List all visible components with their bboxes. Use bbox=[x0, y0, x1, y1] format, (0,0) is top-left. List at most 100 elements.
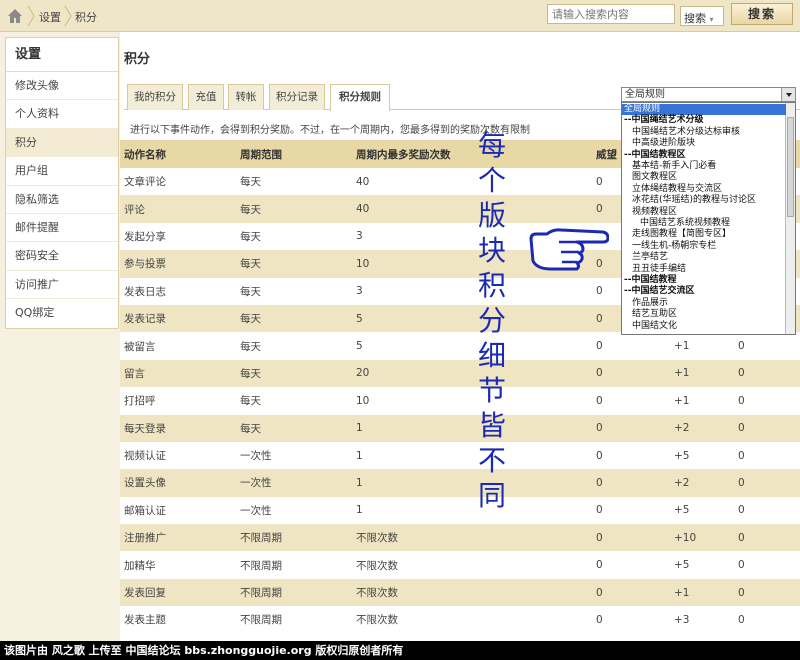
forum-rule-options: 全局规则 --中国绳结艺术分级 中国绳结艺术分级达标审核 中高级进阶版块 --中国结教程… bbox=[621, 102, 796, 335]
home-icon[interactable] bbox=[6, 7, 24, 25]
dropdown-option[interactable]: 冰花结(华瑶结)的教程与讨论区 bbox=[622, 195, 756, 206]
table-cell: +2 bbox=[670, 414, 734, 442]
search-type-select[interactable]: 搜索 ▾ bbox=[680, 6, 724, 26]
table-cell: 每天 bbox=[236, 168, 352, 196]
table-cell: 加精华 bbox=[120, 551, 236, 579]
forum-rule-select-value: 全局规则 bbox=[625, 89, 665, 100]
table-cell: 0 bbox=[734, 496, 800, 525]
table-cell: 不限周期 bbox=[236, 606, 352, 634]
table-cell: 0 bbox=[734, 606, 800, 634]
search-input[interactable] bbox=[547, 4, 675, 24]
search-type-label: 搜索 bbox=[684, 12, 706, 25]
sidebar-item-avatar[interactable]: 修改头像 bbox=[6, 72, 118, 101]
forum-rule-select[interactable]: 全局规则 bbox=[621, 87, 796, 102]
table-row: 注册推广 不限周期 不限次数 0 +10 0 bbox=[120, 524, 800, 552]
table-row: 设置头像 一次性 1 0 +2 0 bbox=[120, 469, 800, 497]
table-cell: 每天 bbox=[236, 304, 352, 333]
dropdown-option[interactable]: 作品展示 bbox=[622, 298, 668, 309]
dropdown-option[interactable]: --中国结艺交流区 bbox=[622, 286, 694, 297]
table-cell: +2 bbox=[670, 469, 734, 497]
table-cell: 每天 bbox=[236, 359, 352, 388]
breadcrumb-points[interactable]: 积分 bbox=[75, 9, 97, 25]
table-row: 视频认证 一次性 1 0 +5 0 bbox=[120, 441, 800, 470]
tab-transfer[interactable]: 转帐 bbox=[228, 84, 264, 110]
breadcrumb-separator-icon bbox=[27, 6, 35, 26]
table-row: 每天登录 每天 1 0 +2 0 bbox=[120, 414, 800, 442]
table-cell: 不限次数 bbox=[352, 551, 592, 579]
table-cell: 0 bbox=[734, 332, 800, 360]
table-cell: 一次性 bbox=[236, 441, 352, 470]
table-cell: 0 bbox=[592, 441, 670, 470]
dropdown-option[interactable]: 一线生机-杨朝宗专栏 bbox=[622, 241, 716, 252]
dropdown-option[interactable]: 中国绳结艺术分级达标审核 bbox=[622, 127, 740, 138]
table-cell: 0 bbox=[734, 359, 800, 388]
breadcrumb-settings[interactable]: 设置 bbox=[39, 9, 61, 25]
dropdown-option[interactable]: 中国结文化 bbox=[622, 321, 677, 332]
table-cell: 邮箱认证 bbox=[120, 496, 236, 525]
dropdown-option[interactable]: 中高级进阶版块 bbox=[622, 138, 695, 149]
table-cell: 0 bbox=[734, 387, 800, 415]
pointing-hand-icon bbox=[529, 228, 609, 271]
dropdown-option[interactable]: 立体绳结教程与交流区 bbox=[622, 184, 722, 195]
search-button[interactable]: 搜索 bbox=[731, 3, 793, 25]
dropdown-option[interactable]: 基本结-新手入门必看 bbox=[622, 161, 716, 172]
table-cell: 发表主题 bbox=[120, 606, 236, 634]
table-cell: 不限周期 bbox=[236, 551, 352, 579]
annotation-text-content: 每个版块积分细节皆不同 bbox=[477, 129, 506, 512]
table-cell: 发表回复 bbox=[120, 578, 236, 607]
dropdown-scrollbar[interactable] bbox=[785, 103, 795, 334]
table-cell: 0 bbox=[592, 551, 670, 579]
tab-points-rules[interactable]: 积分规则 bbox=[330, 84, 390, 111]
table-cell: 发表日志 bbox=[120, 277, 236, 305]
dropdown-option[interactable]: 兰亭结艺 bbox=[622, 252, 668, 263]
table-row: 打招呼 每天 10 0 +1 0 bbox=[120, 387, 800, 415]
chevron-down-icon[interactable] bbox=[781, 88, 795, 101]
table-cell: 0 bbox=[592, 359, 670, 388]
table-cell: 0 bbox=[592, 524, 670, 552]
table-cell: 0 bbox=[592, 387, 670, 415]
table-cell: 0 bbox=[592, 414, 670, 442]
sidebar-item-profile[interactable]: 个人资料 bbox=[6, 100, 118, 129]
table-cell: 0 bbox=[734, 469, 800, 497]
table-cell: 注册推广 bbox=[120, 524, 236, 552]
table-cell: 0 bbox=[734, 524, 800, 552]
sidebar-item-points[interactable]: 积分 bbox=[6, 128, 118, 158]
sidebar-item-promotion[interactable]: 访问推广 bbox=[6, 271, 118, 300]
sidebar-item-usergroup[interactable]: 用户组 bbox=[6, 157, 118, 186]
dropdown-option[interactable]: 全局规则 bbox=[622, 104, 786, 115]
sidebar-item-password[interactable]: 密码安全 bbox=[6, 242, 118, 271]
column-header: 周期范围 bbox=[236, 140, 352, 168]
table-cell: 0 bbox=[592, 496, 670, 525]
table-cell: 视频认证 bbox=[120, 441, 236, 470]
sidebar-item-privacy[interactable]: 隐私筛选 bbox=[6, 186, 118, 214]
tab-points-log[interactable]: 积分记录 bbox=[269, 84, 325, 110]
dropdown-option[interactable]: 图文教程区 bbox=[622, 172, 677, 183]
dropdown-option[interactable]: 走线图教程【简图专区】 bbox=[622, 229, 731, 240]
table-cell: 0 bbox=[734, 441, 800, 470]
dropdown-option[interactable]: 结艺互助区 bbox=[622, 309, 677, 320]
table-cell: +1 bbox=[670, 332, 734, 360]
table-cell: +1 bbox=[670, 359, 734, 388]
table-cell: 每天 bbox=[236, 195, 352, 223]
table-cell: 不限周期 bbox=[236, 524, 352, 552]
table-cell: 不限次数 bbox=[352, 524, 592, 552]
top-bar: 设置 积分 搜索 ▾ 搜索 bbox=[0, 0, 800, 32]
sidebar-item-qq[interactable]: QQ绑定 bbox=[6, 299, 118, 327]
dropdown-option[interactable]: 中国结艺系统视频教程 bbox=[622, 218, 730, 229]
tab-my-points[interactable]: 我的积分 bbox=[127, 84, 183, 110]
table-cell: 0 bbox=[734, 551, 800, 579]
table-row: 加精华 不限周期 不限次数 0 +5 0 bbox=[120, 551, 800, 579]
tab-recharge[interactable]: 充值 bbox=[188, 84, 224, 110]
dropdown-option[interactable]: 丑丑徒手编结 bbox=[622, 264, 686, 275]
table-row: 被留言 每天 5 0 +1 0 bbox=[120, 332, 800, 360]
scrollbar-thumb[interactable] bbox=[787, 117, 794, 217]
sidebar-item-email-notify[interactable]: 邮件提醒 bbox=[6, 214, 118, 243]
dropdown-option[interactable]: --中国结教程 bbox=[622, 275, 676, 286]
table-cell: 0 bbox=[592, 578, 670, 607]
page-title: 积分 bbox=[124, 52, 151, 67]
dropdown-option[interactable]: --中国结教程区 bbox=[622, 150, 685, 161]
table-cell: 0 bbox=[592, 469, 670, 497]
dropdown-option[interactable]: 视频教程区 bbox=[622, 207, 677, 218]
table-cell: +5 bbox=[670, 551, 734, 579]
dropdown-option[interactable]: --中国绳结艺术分级 bbox=[622, 115, 703, 126]
